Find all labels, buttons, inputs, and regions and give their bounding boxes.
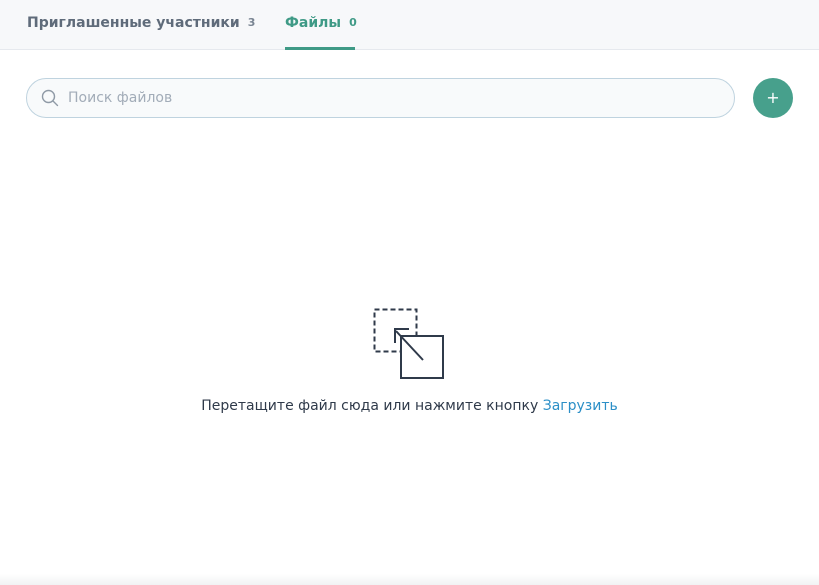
tab-count-badge: 0 [349, 15, 357, 29]
search-input[interactable] [68, 83, 688, 113]
tab-invited-members[interactable]: Приглашенные участники 3 [27, 0, 255, 50]
tab-count-badge: 3 [247, 15, 256, 29]
upload-link[interactable]: Загрузить [543, 398, 618, 414]
search-icon [41, 89, 59, 107]
tabs-bar: Приглашенные участники 3 Файлы 0 [0, 0, 819, 50]
add-file-button[interactable]: + [753, 78, 793, 118]
empty-state-message: Перетащите файл сюда или нажмите кнопку … [0, 398, 819, 414]
bottom-shadow [0, 574, 819, 585]
tab-label: Файлы [285, 15, 342, 31]
drag-drop-icon [372, 307, 447, 382]
tab-label: Приглашенные участники [27, 15, 240, 31]
search-bar [26, 78, 735, 118]
tab-files[interactable]: Файлы 0 [285, 0, 357, 50]
empty-state-text: Перетащите файл сюда или нажмите кнопку [201, 398, 539, 414]
